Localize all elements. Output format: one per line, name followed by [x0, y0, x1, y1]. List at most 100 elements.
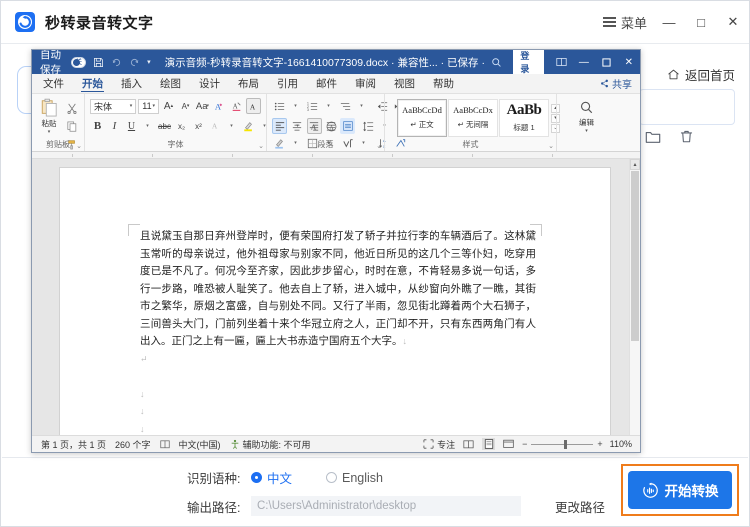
- chevron-down-icon[interactable]: ▾: [130, 103, 133, 109]
- font-size-input[interactable]: 11 ▾: [138, 98, 159, 114]
- align-right-icon[interactable]: [306, 118, 321, 134]
- style-card-heading-1[interactable]: AaBb 标题 1: [499, 99, 549, 137]
- dialog-launcher-icon[interactable]: ⌄: [258, 142, 264, 150]
- change-case-button[interactable]: Aa ▾: [195, 98, 210, 114]
- shrink-font-button[interactable]: A ▾: [178, 98, 193, 114]
- line-spacing-icon[interactable]: [361, 118, 376, 134]
- zoom-out-button[interactable]: −: [522, 439, 527, 449]
- status-page-count[interactable]: 第 1 页，共 1 页: [41, 438, 106, 451]
- status-accessibility[interactable]: 辅助功能: 不可用: [230, 438, 311, 451]
- undo-icon[interactable]: [111, 57, 122, 68]
- multilevel-list-icon[interactable]: [338, 98, 353, 114]
- menu-button[interactable]: 菜单: [597, 13, 653, 32]
- status-language[interactable]: 中文(中国): [179, 438, 221, 451]
- tab-references[interactable]: 引用: [268, 74, 307, 93]
- document-text[interactable]: 且说黛玉自那日弃州登岸时，便有荣国府打发了轿子并拉行李的车辆酒后了。这林黛玉常听…: [140, 228, 536, 435]
- dialog-launcher-icon[interactable]: ⌄: [376, 142, 382, 150]
- word-restore-button[interactable]: [595, 50, 617, 74]
- dialog-launcher-icon[interactable]: ⌄: [76, 142, 82, 150]
- autosave-toggle[interactable]: 自动保存 关: [40, 50, 87, 77]
- toggle-switch[interactable]: 关: [70, 56, 87, 68]
- text-effects-icon[interactable]: A: [212, 98, 227, 114]
- change-path-button[interactable]: 更改路径: [555, 497, 605, 516]
- zoom-knob[interactable]: [564, 439, 568, 449]
- trash-icon[interactable]: [679, 129, 694, 149]
- redo-icon[interactable]: [129, 57, 140, 68]
- grow-font-button[interactable]: A ▴: [161, 98, 176, 114]
- zoom-slider[interactable]: − +: [522, 439, 603, 449]
- tab-mailings[interactable]: 邮件: [307, 74, 346, 93]
- tab-view[interactable]: 视图: [385, 74, 424, 93]
- chevron-down-icon[interactable]: ▾: [224, 118, 239, 134]
- read-mode-button[interactable]: [462, 438, 475, 450]
- align-justify-icon[interactable]: [323, 118, 338, 134]
- tab-review[interactable]: 审阅: [346, 74, 385, 93]
- dialog-launcher-icon[interactable]: ⌄: [548, 142, 554, 150]
- word-close-button[interactable]: ✕: [618, 50, 640, 74]
- return-home-button[interactable]: 返回首页: [667, 65, 735, 84]
- chevron-down-icon[interactable]: ▾: [585, 128, 588, 134]
- tab-insert[interactable]: 插入: [112, 74, 151, 93]
- focus-mode-button[interactable]: 专注: [423, 438, 455, 451]
- highlight-color-icon[interactable]: [241, 118, 256, 134]
- scroll-up-button[interactable]: ▴: [630, 159, 640, 170]
- clear-formatting-icon[interactable]: A: [229, 98, 244, 114]
- chevron-down-icon[interactable]: ▾: [152, 103, 155, 109]
- word-ruler[interactable]: [32, 152, 640, 159]
- zoom-level-label[interactable]: 110%: [610, 439, 632, 449]
- word-minimize-button[interactable]: —: [573, 50, 595, 74]
- tab-help[interactable]: 帮助: [424, 74, 463, 93]
- editing-button[interactable]: 编辑 ▾: [579, 96, 594, 134]
- share-button[interactable]: 共享: [600, 76, 632, 91]
- style-card-body[interactable]: AaBbCcDd ↵ 正文: [397, 99, 447, 137]
- word-page[interactable]: 且说黛玉自那日弃州登岸时，便有荣国府打发了轿子并拉行李的车辆酒后了。这林黛玉常听…: [59, 167, 611, 435]
- chevron-down-icon[interactable]: ▾: [140, 118, 155, 134]
- start-convert-button[interactable]: 开始转换: [628, 471, 732, 509]
- italic-button[interactable]: I: [107, 118, 122, 134]
- folder-icon[interactable]: [645, 129, 661, 149]
- subscript-button[interactable]: x₂: [174, 118, 189, 134]
- status-word-count[interactable]: 260 个字: [115, 438, 151, 451]
- font-name-input[interactable]: 宋体 ▾: [90, 98, 137, 114]
- tab-design[interactable]: 设计: [190, 74, 229, 93]
- scrollbar-thumb[interactable]: [631, 171, 639, 341]
- print-layout-button[interactable]: [482, 438, 496, 450]
- bullet-list-icon[interactable]: [272, 98, 287, 114]
- output-path-input[interactable]: [251, 496, 521, 516]
- save-icon[interactable]: [93, 57, 104, 68]
- maximize-button[interactable]: □: [685, 1, 717, 43]
- close-button[interactable]: ✕: [717, 1, 749, 43]
- tab-file[interactable]: 文件: [34, 74, 73, 93]
- bold-button[interactable]: B: [90, 118, 105, 134]
- distribute-icon[interactable]: [340, 118, 355, 134]
- chevron-down-icon[interactable]: ▾: [354, 98, 369, 114]
- web-layout-button[interactable]: [502, 438, 515, 450]
- tab-layout[interactable]: 布局: [229, 74, 268, 93]
- superscript-button[interactable]: x²: [191, 118, 206, 134]
- radio-language-chinese[interactable]: 中文: [251, 468, 292, 487]
- numbered-list-icon[interactable]: 123: [305, 98, 320, 114]
- align-left-icon[interactable]: [272, 118, 287, 134]
- style-card-no-spacing[interactable]: AaBbCcDx ↵ 无间隔: [448, 99, 498, 137]
- vertical-scrollbar[interactable]: ▴: [629, 159, 640, 435]
- tab-home[interactable]: 开始: [73, 74, 112, 93]
- search-icon[interactable]: [485, 50, 507, 74]
- strikethrough-button[interactable]: abc: [157, 118, 172, 134]
- align-center-icon[interactable]: [289, 118, 304, 134]
- zoom-in-button[interactable]: +: [597, 439, 602, 449]
- chevron-down-icon[interactable]: ▾: [321, 98, 336, 114]
- underline-button[interactable]: U: [124, 118, 139, 134]
- ribbon-display-icon[interactable]: [550, 50, 572, 74]
- zoom-track[interactable]: [531, 439, 594, 449]
- chevron-down-icon[interactable]: ▾: [288, 98, 303, 114]
- chevron-down-icon[interactable]: ▾: [48, 129, 51, 135]
- phonetic-guide-icon[interactable]: A: [246, 98, 261, 114]
- copy-icon[interactable]: [64, 118, 79, 134]
- status-spellcheck[interactable]: [159, 439, 170, 449]
- minimize-button[interactable]: —: [653, 1, 685, 43]
- chevron-down-icon[interactable]: ▾: [147, 58, 151, 66]
- word-login-button[interactable]: 登录: [513, 50, 545, 76]
- radio-language-english[interactable]: English: [326, 471, 383, 485]
- word-document-area[interactable]: 且说黛玉自那日弃州登岸时，便有荣国府打发了轿子并拉行李的车辆酒后了。这林黛玉常听…: [32, 159, 640, 435]
- tab-draw[interactable]: 绘图: [151, 74, 190, 93]
